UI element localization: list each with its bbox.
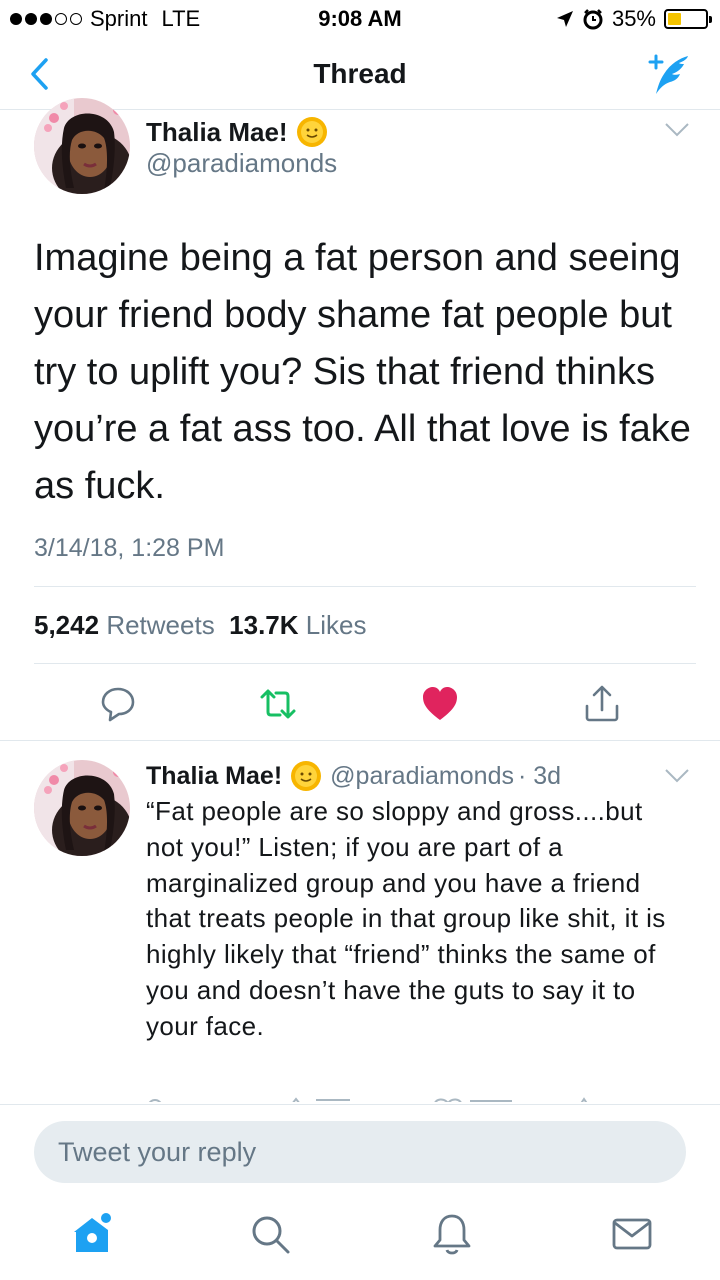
tweet-text: Imagine being a fat person and seeing yo… bbox=[34, 237, 691, 507]
reply-input[interactable]: Tweet your reply bbox=[34, 1121, 686, 1183]
heart-icon[interactable] bbox=[420, 684, 460, 724]
tweet-age: · 3d bbox=[517, 761, 562, 790]
likes-count: 13.7K bbox=[229, 610, 299, 640]
reply-icon[interactable] bbox=[98, 684, 138, 724]
divider bbox=[34, 586, 696, 587]
tweet-actions bbox=[0, 670, 720, 730]
tweet-stats: 5,242 Retweets 13.7K Likes bbox=[34, 610, 366, 641]
reply-tweet[interactable]: Thalia Mae! @paradiamonds · 3d “Fat peopl… bbox=[0, 742, 720, 1102]
chevron-down-icon[interactable] bbox=[664, 768, 690, 784]
author-handle[interactable]: @paradiamonds bbox=[146, 148, 337, 179]
nav-bar: Thread bbox=[0, 40, 720, 110]
retweets-label: Retweets bbox=[106, 610, 215, 640]
status-right: 35% bbox=[556, 6, 712, 32]
reply-actions-peek bbox=[148, 1097, 588, 1102]
location-icon bbox=[556, 11, 573, 27]
sun-emoji-icon bbox=[291, 761, 322, 791]
retweets-count: 5,242 bbox=[34, 610, 100, 640]
author-name[interactable]: Thalia Mae! bbox=[146, 116, 328, 148]
reply-header: Thalia Mae! @paradiamonds · 3d bbox=[146, 760, 561, 792]
envelope-icon[interactable] bbox=[610, 1212, 654, 1256]
share-icon[interactable] bbox=[582, 684, 622, 724]
alarm-icon bbox=[583, 9, 603, 30]
divider bbox=[34, 663, 696, 664]
chevron-down-icon[interactable] bbox=[664, 122, 690, 138]
page-title: Thread bbox=[313, 58, 407, 89]
battery-icon bbox=[664, 9, 712, 29]
author-name[interactable]: Thalia Mae! bbox=[146, 762, 282, 791]
battery-percent: 35% bbox=[611, 6, 656, 31]
tweet-timestamp: 3/14/18, 1:28 PM bbox=[34, 534, 225, 562]
compose-tweet-icon[interactable] bbox=[644, 52, 694, 96]
author-handle[interactable]: @paradiamonds bbox=[330, 762, 514, 791]
home-icon[interactable] bbox=[70, 1212, 114, 1256]
tab-bar bbox=[0, 1192, 720, 1280]
status-bar: Sprint LTE 9:08 AM 35% bbox=[0, 0, 720, 40]
likes-stat[interactable]: 13.7K Likes bbox=[229, 610, 366, 640]
avatar[interactable] bbox=[34, 760, 130, 856]
reply-composer: Tweet your reply bbox=[0, 1104, 720, 1192]
search-icon[interactable] bbox=[248, 1212, 292, 1256]
likes-label: Likes bbox=[305, 610, 367, 640]
author-name-text: Thalia Mae! bbox=[146, 116, 288, 147]
bell-icon[interactable] bbox=[430, 1212, 474, 1256]
retweets-stat[interactable]: 5,242 Retweets bbox=[34, 610, 215, 640]
divider bbox=[0, 740, 720, 741]
reply-text: “Fat people are so sloppy and gross....b… bbox=[146, 796, 666, 1041]
avatar[interactable] bbox=[34, 98, 130, 194]
sun-emoji-icon bbox=[296, 117, 327, 147]
retweet-icon[interactable] bbox=[258, 684, 298, 724]
